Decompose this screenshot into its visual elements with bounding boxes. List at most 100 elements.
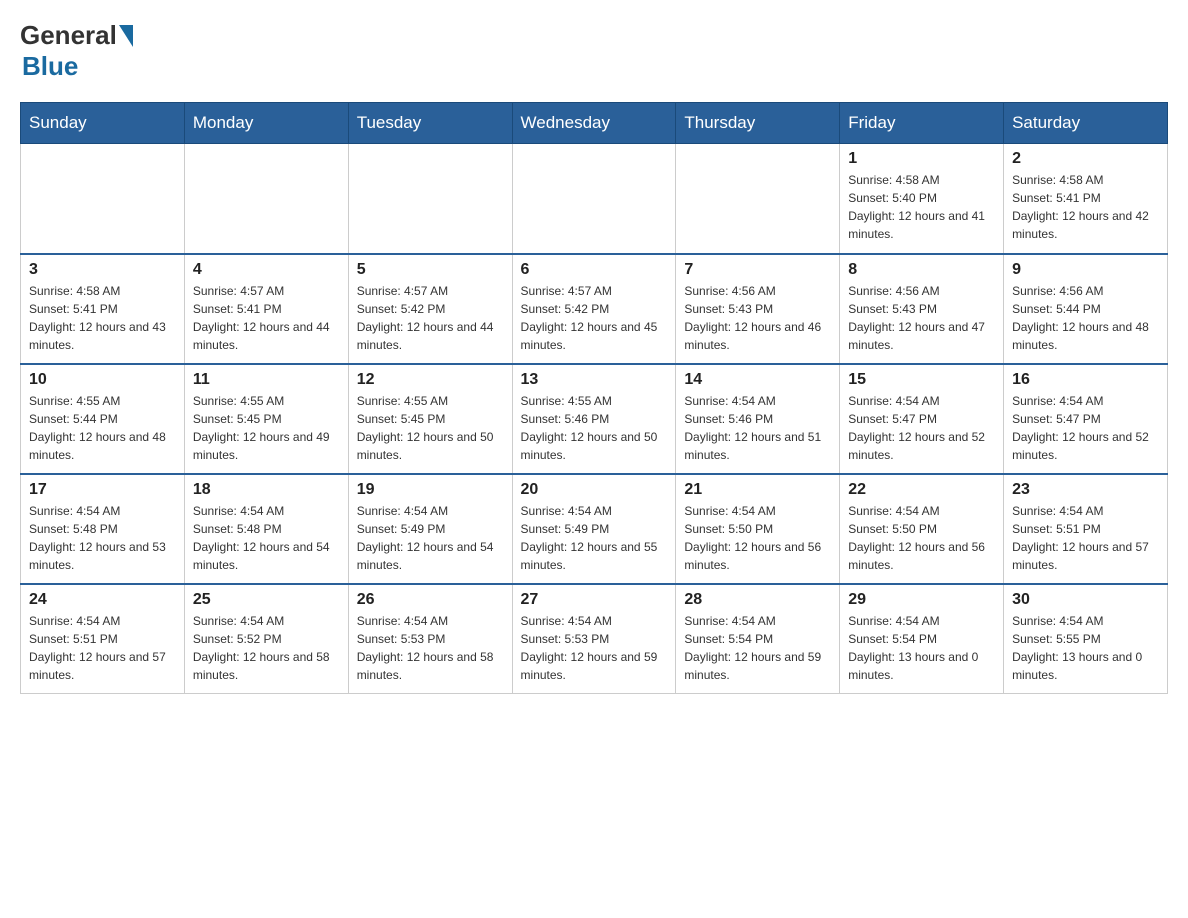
calendar-cell: 28 Sunrise: 4:54 AMSunset: 5:54 PMDayligh… (676, 584, 840, 694)
weekday-header-wednesday: Wednesday (512, 103, 676, 144)
day-number: 27 (521, 591, 668, 609)
day-number: 14 (684, 371, 831, 389)
calendar-cell (184, 144, 348, 254)
calendar-cell (676, 144, 840, 254)
calendar-cell: 12 Sunrise: 4:55 AMSunset: 5:45 PMDayligh… (348, 364, 512, 474)
calendar-cell: 24 Sunrise: 4:54 AMSunset: 5:51 PMDayligh… (21, 584, 185, 694)
day-number: 22 (848, 481, 995, 499)
day-number: 29 (848, 591, 995, 609)
day-number: 30 (1012, 591, 1159, 609)
day-number: 10 (29, 371, 176, 389)
day-info: Sunrise: 4:54 AMSunset: 5:54 PMDaylight:… (684, 612, 831, 684)
day-info: Sunrise: 4:54 AMSunset: 5:53 PMDaylight:… (521, 612, 668, 684)
calendar-cell: 13Sunrise: 4:55 AMSunset: 5:46 PMDayligh… (512, 364, 676, 474)
day-info: Sunrise: 4:54 AMSunset: 5:51 PMDaylight:… (29, 612, 176, 684)
day-info: Sunrise: 4:54 AMSunset: 5:48 PMDaylight:… (193, 502, 340, 574)
day-number: 17 (29, 481, 176, 499)
day-info: Sunrise: 4:57 AMSunset: 5:42 PMDaylight:… (521, 282, 668, 354)
weekday-header-sunday: Sunday (21, 103, 185, 144)
day-info: Sunrise: 4:54 AMSunset: 5:48 PMDaylight:… (29, 502, 176, 574)
calendar-cell: 30 Sunrise: 4:54 AMSunset: 5:55 PMDayligh… (1004, 584, 1168, 694)
weekday-header-monday: Monday (184, 103, 348, 144)
weekday-header-saturday: Saturday (1004, 103, 1168, 144)
calendar-cell: 5 Sunrise: 4:57 AMSunset: 5:42 PMDaylight… (348, 254, 512, 364)
page-header: General Blue (20, 20, 1168, 82)
calendar-cell: 26 Sunrise: 4:54 AMSunset: 5:53 PMDayligh… (348, 584, 512, 694)
calendar-table: SundayMondayTuesdayWednesdayThursdayFrid… (20, 102, 1168, 694)
calendar-cell: 9 Sunrise: 4:56 AMSunset: 5:44 PMDaylight… (1004, 254, 1168, 364)
day-number: 8 (848, 261, 995, 279)
day-number: 18 (193, 481, 340, 499)
calendar-week-row: 17 Sunrise: 4:54 AMSunset: 5:48 PMDayligh… (21, 474, 1168, 584)
day-info: Sunrise: 4:57 AMSunset: 5:42 PMDaylight:… (357, 282, 504, 354)
calendar-cell: 4 Sunrise: 4:57 AMSunset: 5:41 PMDaylight… (184, 254, 348, 364)
day-number: 23 (1012, 481, 1159, 499)
day-info: Sunrise: 4:54 AMSunset: 5:49 PMDaylight:… (357, 502, 504, 574)
day-number: 24 (29, 591, 176, 609)
day-number: 25 (193, 591, 340, 609)
calendar-cell: 29 Sunrise: 4:54 AMSunset: 5:54 PMDayligh… (840, 584, 1004, 694)
calendar-cell: 10 Sunrise: 4:55 AMSunset: 5:44 PMDayligh… (21, 364, 185, 474)
day-info: Sunrise: 4:54 AMSunset: 5:52 PMDaylight:… (193, 612, 340, 684)
calendar-cell: 11 Sunrise: 4:55 AMSunset: 5:45 PMDayligh… (184, 364, 348, 474)
calendar-cell: 25 Sunrise: 4:54 AMSunset: 5:52 PMDayligh… (184, 584, 348, 694)
calendar-cell: 2 Sunrise: 4:58 AMSunset: 5:41 PMDaylight… (1004, 144, 1168, 254)
calendar-week-row: 10 Sunrise: 4:55 AMSunset: 5:44 PMDayligh… (21, 364, 1168, 474)
calendar-week-row: 24 Sunrise: 4:54 AMSunset: 5:51 PMDayligh… (21, 584, 1168, 694)
day-info: Sunrise: 4:54 AMSunset: 5:53 PMDaylight:… (357, 612, 504, 684)
calendar-cell: 8 Sunrise: 4:56 AMSunset: 5:43 PMDaylight… (840, 254, 1004, 364)
day-info: Sunrise: 4:58 AMSunset: 5:41 PMDaylight:… (29, 282, 176, 354)
calendar-cell: 19Sunrise: 4:54 AMSunset: 5:49 PMDayligh… (348, 474, 512, 584)
day-number: 4 (193, 261, 340, 279)
day-number: 5 (357, 261, 504, 279)
calendar-cell: 3 Sunrise: 4:58 AMSunset: 5:41 PMDaylight… (21, 254, 185, 364)
weekday-header-tuesday: Tuesday (348, 103, 512, 144)
day-info: Sunrise: 4:56 AMSunset: 5:43 PMDaylight:… (848, 282, 995, 354)
calendar-cell: 15Sunrise: 4:54 AMSunset: 5:47 PMDayligh… (840, 364, 1004, 474)
calendar-cell: 27 Sunrise: 4:54 AMSunset: 5:53 PMDayligh… (512, 584, 676, 694)
day-info: Sunrise: 4:54 AMSunset: 5:46 PMDaylight:… (684, 392, 831, 464)
calendar-cell: 23 Sunrise: 4:54 AMSunset: 5:51 PMDayligh… (1004, 474, 1168, 584)
day-info: Sunrise: 4:57 AMSunset: 5:41 PMDaylight:… (193, 282, 340, 354)
day-number: 2 (1012, 150, 1159, 168)
day-number: 11 (193, 371, 340, 389)
calendar-cell: 14 Sunrise: 4:54 AMSunset: 5:46 PMDayligh… (676, 364, 840, 474)
day-number: 20 (521, 481, 668, 499)
day-number: 15 (848, 371, 995, 389)
calendar-cell: 7Sunrise: 4:56 AMSunset: 5:43 PMDaylight… (676, 254, 840, 364)
day-info: Sunrise: 4:54 AMSunset: 5:54 PMDaylight:… (848, 612, 995, 684)
day-info: Sunrise: 4:55 AMSunset: 5:45 PMDaylight:… (357, 392, 504, 464)
calendar-cell (348, 144, 512, 254)
day-number: 6 (521, 261, 668, 279)
day-number: 9 (1012, 261, 1159, 279)
calendar-cell (512, 144, 676, 254)
day-number: 28 (684, 591, 831, 609)
day-info: Sunrise: 4:55 AMSunset: 5:44 PMDaylight:… (29, 392, 176, 464)
day-info: Sunrise: 4:54 AMSunset: 5:50 PMDaylight:… (848, 502, 995, 574)
day-number: 26 (357, 591, 504, 609)
day-info: Sunrise: 4:56 AMSunset: 5:44 PMDaylight:… (1012, 282, 1159, 354)
calendar-cell: 6 Sunrise: 4:57 AMSunset: 5:42 PMDaylight… (512, 254, 676, 364)
day-number: 3 (29, 261, 176, 279)
calendar-week-row: 1Sunrise: 4:58 AMSunset: 5:40 PMDaylight… (21, 144, 1168, 254)
logo-blue-text: Blue (22, 51, 133, 82)
day-info: Sunrise: 4:58 AMSunset: 5:41 PMDaylight:… (1012, 171, 1159, 243)
logo-general-text: General (20, 20, 117, 51)
day-info: Sunrise: 4:55 AMSunset: 5:45 PMDaylight:… (193, 392, 340, 464)
day-number: 12 (357, 371, 504, 389)
day-info: Sunrise: 4:54 AMSunset: 5:51 PMDaylight:… (1012, 502, 1159, 574)
day-info: Sunrise: 4:58 AMSunset: 5:40 PMDaylight:… (848, 171, 995, 243)
calendar-cell: 20Sunrise: 4:54 AMSunset: 5:49 PMDayligh… (512, 474, 676, 584)
weekday-header-friday: Friday (840, 103, 1004, 144)
calendar-cell: 16Sunrise: 4:54 AMSunset: 5:47 PMDayligh… (1004, 364, 1168, 474)
day-info: Sunrise: 4:55 AMSunset: 5:46 PMDaylight:… (521, 392, 668, 464)
calendar-cell: 18 Sunrise: 4:54 AMSunset: 5:48 PMDayligh… (184, 474, 348, 584)
calendar-cell (21, 144, 185, 254)
day-info: Sunrise: 4:54 AMSunset: 5:55 PMDaylight:… (1012, 612, 1159, 684)
weekday-header-thursday: Thursday (676, 103, 840, 144)
day-info: Sunrise: 4:54 AMSunset: 5:50 PMDaylight:… (684, 502, 831, 574)
day-number: 16 (1012, 371, 1159, 389)
logo: General Blue (20, 20, 133, 82)
calendar-cell: 21Sunrise: 4:54 AMSunset: 5:50 PMDayligh… (676, 474, 840, 584)
calendar-week-row: 3 Sunrise: 4:58 AMSunset: 5:41 PMDaylight… (21, 254, 1168, 364)
